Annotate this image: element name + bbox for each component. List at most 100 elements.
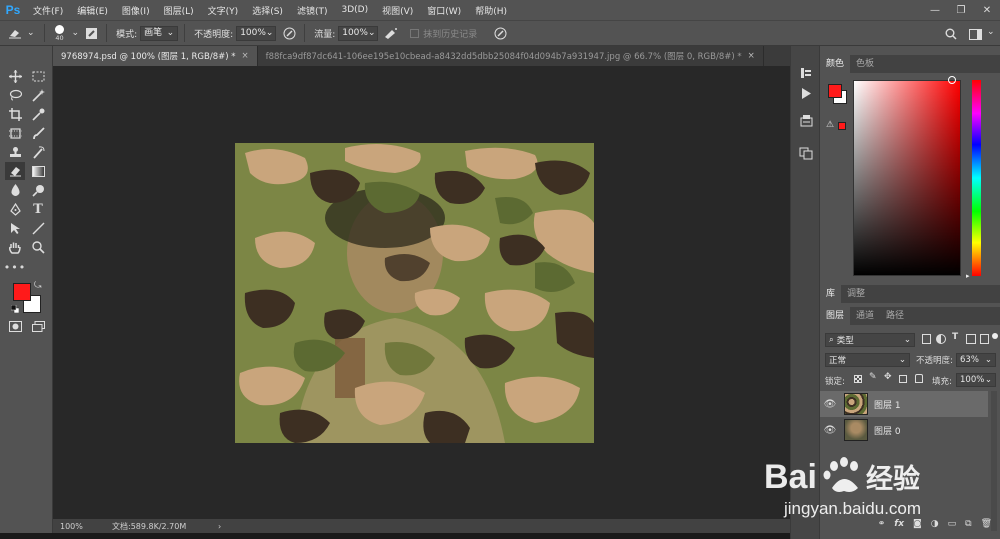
opacity-input[interactable]: 100% ⌄ bbox=[236, 25, 277, 41]
frame-tool-icon[interactable] bbox=[5, 124, 25, 142]
erase-history-checkbox[interactable] bbox=[410, 28, 420, 38]
brush-tool-icon[interactable] bbox=[28, 124, 48, 142]
visibility-eye-icon[interactable]: 👁 bbox=[820, 425, 840, 436]
document-canvas[interactable] bbox=[235, 143, 594, 443]
menu-edit[interactable]: 编辑(E) bbox=[70, 4, 115, 17]
tab-paths[interactable]: 路径 bbox=[880, 307, 910, 325]
pressure-size-icon[interactable] bbox=[491, 24, 509, 42]
close-tab-icon[interactable]: × bbox=[748, 51, 755, 61]
search-icon[interactable] bbox=[942, 25, 960, 43]
eraser-tool-preset-icon[interactable] bbox=[6, 24, 24, 42]
eraser-tool-icon[interactable] bbox=[5, 162, 25, 180]
chevron-down-icon[interactable]: ⌄ bbox=[27, 28, 35, 38]
tab-channels[interactable]: 通道 bbox=[850, 307, 880, 325]
path-selection-tool-icon[interactable] bbox=[5, 219, 25, 237]
menu-3d[interactable]: 3D(D) bbox=[334, 5, 375, 15]
screen-mode-icon[interactable] bbox=[28, 317, 48, 335]
gradient-tool-icon[interactable] bbox=[28, 162, 48, 180]
menu-file[interactable]: 文件(F) bbox=[26, 4, 70, 17]
brush-settings-icon[interactable] bbox=[82, 24, 100, 42]
status-menu-arrow[interactable]: › bbox=[218, 522, 221, 531]
filter-shape-icon[interactable] bbox=[966, 334, 976, 344]
gamut-color-chip[interactable] bbox=[838, 122, 846, 130]
layer-row[interactable]: 👁 图层 0 bbox=[820, 417, 988, 443]
tab-swatches[interactable]: 色板 bbox=[850, 55, 880, 73]
eyedropper-tool-icon[interactable] bbox=[28, 105, 48, 123]
history-brush-tool-icon[interactable] bbox=[28, 143, 48, 161]
close-tab-icon[interactable]: × bbox=[242, 51, 249, 61]
filter-smart-object-icon[interactable] bbox=[980, 334, 989, 344]
folder-icon[interactable]: ▭ bbox=[948, 519, 957, 529]
document-tab[interactable]: f88fca9df87dc641-106ee195e10cbead-a8432d… bbox=[257, 46, 764, 66]
type-tool-icon[interactable]: T bbox=[28, 200, 48, 218]
picker-cursor[interactable] bbox=[948, 76, 956, 84]
lock-all-icon[interactable] bbox=[915, 374, 923, 383]
tab-adjustments[interactable]: 调整 bbox=[841, 285, 871, 303]
flow-input[interactable]: 100% ⌄ bbox=[338, 25, 379, 41]
link-icon[interactable]: ⚭ bbox=[878, 519, 886, 529]
dodge-tool-icon[interactable] bbox=[28, 181, 48, 199]
fill-input[interactable]: 100% ⌄ bbox=[956, 373, 996, 387]
tab-library[interactable]: 库 bbox=[820, 285, 842, 303]
layer-row-selected[interactable]: 👁 图层 1 bbox=[820, 391, 988, 417]
layers-scrollbar[interactable] bbox=[991, 391, 997, 531]
properties-panel-icon[interactable] bbox=[796, 112, 816, 130]
document-tab-active[interactable]: 9768974.psd @ 100% (图层 1, RGB/8#) * × bbox=[53, 46, 258, 66]
menu-view[interactable]: 视图(V) bbox=[375, 4, 420, 17]
crop-tool-icon[interactable] bbox=[5, 105, 25, 123]
hand-tool-icon[interactable] bbox=[5, 238, 25, 256]
menu-type[interactable]: 文字(Y) bbox=[201, 4, 246, 17]
adjustment-icon[interactable]: ◑ bbox=[931, 519, 939, 529]
tab-layers[interactable]: 图层 bbox=[820, 307, 851, 325]
quick-mask-icon[interactable] bbox=[5, 317, 25, 335]
lock-pixels-icon[interactable]: ✎ bbox=[869, 372, 877, 382]
workspace-switcher-icon[interactable] bbox=[966, 25, 984, 43]
layer-name[interactable]: 图层 0 bbox=[874, 424, 901, 437]
close-button[interactable]: ✕ bbox=[974, 0, 1000, 20]
menu-select[interactable]: 选择(S) bbox=[245, 4, 290, 17]
blend-mode-select[interactable]: 正常 ⌄ bbox=[825, 353, 910, 367]
hue-slider[interactable] bbox=[972, 80, 981, 276]
fx-icon[interactable]: fx bbox=[894, 519, 904, 529]
pressure-opacity-icon[interactable] bbox=[280, 24, 298, 42]
chevron-down-icon[interactable]: ⌄ bbox=[987, 27, 995, 37]
swap-colors-icon[interactable]: ⤿ bbox=[34, 281, 42, 291]
hue-slider-handle-icon[interactable]: ▸ bbox=[966, 272, 970, 280]
menu-window[interactable]: 窗口(W) bbox=[420, 4, 468, 17]
mode-select[interactable]: 画笔 ⌄ bbox=[140, 25, 179, 41]
blur-tool-icon[interactable] bbox=[5, 181, 25, 199]
lock-position-icon[interactable]: ✥ bbox=[884, 372, 892, 382]
filter-adjustment-icon[interactable] bbox=[936, 334, 946, 344]
canvas-area[interactable] bbox=[53, 66, 790, 519]
foreground-color-swatch[interactable] bbox=[13, 283, 31, 301]
adjustments-panel-icon[interactable] bbox=[796, 144, 816, 162]
zoom-tool-icon[interactable] bbox=[28, 238, 48, 256]
more-tools-icon[interactable]: ••• bbox=[4, 258, 25, 276]
color-fg-swatch[interactable] bbox=[828, 84, 842, 98]
layer-filter-select[interactable]: ⌕ 类型 ⌄ bbox=[825, 333, 915, 347]
marquee-tool-icon[interactable] bbox=[28, 67, 48, 85]
default-colors-icon[interactable] bbox=[10, 304, 20, 314]
minimize-button[interactable]: — bbox=[922, 0, 948, 20]
layer-opacity-input[interactable]: 63% ⌄ bbox=[956, 353, 996, 367]
filter-type-icon[interactable]: T bbox=[952, 332, 958, 342]
chevron-down-icon[interactable]: ⌄ bbox=[72, 28, 80, 38]
trash-icon[interactable]: 🗑 bbox=[981, 519, 992, 529]
actions-play-icon[interactable] bbox=[796, 84, 816, 102]
gamut-warning-icon[interactable]: ⚠ bbox=[826, 120, 834, 130]
layer-name[interactable]: 图层 1 bbox=[874, 398, 901, 411]
brush-picker[interactable]: 40 bbox=[51, 24, 69, 42]
line-tool-icon[interactable] bbox=[28, 219, 48, 237]
magic-wand-tool-icon[interactable] bbox=[28, 86, 48, 104]
saturation-brightness-picker[interactable] bbox=[853, 80, 961, 276]
airbrush-icon[interactable] bbox=[382, 24, 400, 42]
menu-filter[interactable]: 滤镜(T) bbox=[290, 4, 335, 17]
menu-image[interactable]: 图像(I) bbox=[115, 4, 157, 17]
pen-tool-icon[interactable] bbox=[5, 200, 25, 218]
lasso-tool-icon[interactable] bbox=[5, 86, 25, 104]
move-tool-icon[interactable] bbox=[5, 67, 25, 85]
new-layer-icon[interactable]: ⧉ bbox=[965, 519, 971, 529]
history-panel-icon[interactable] bbox=[796, 64, 816, 82]
mask-icon[interactable]: ◙ bbox=[913, 519, 922, 529]
visibility-eye-icon[interactable]: 👁 bbox=[820, 399, 840, 410]
